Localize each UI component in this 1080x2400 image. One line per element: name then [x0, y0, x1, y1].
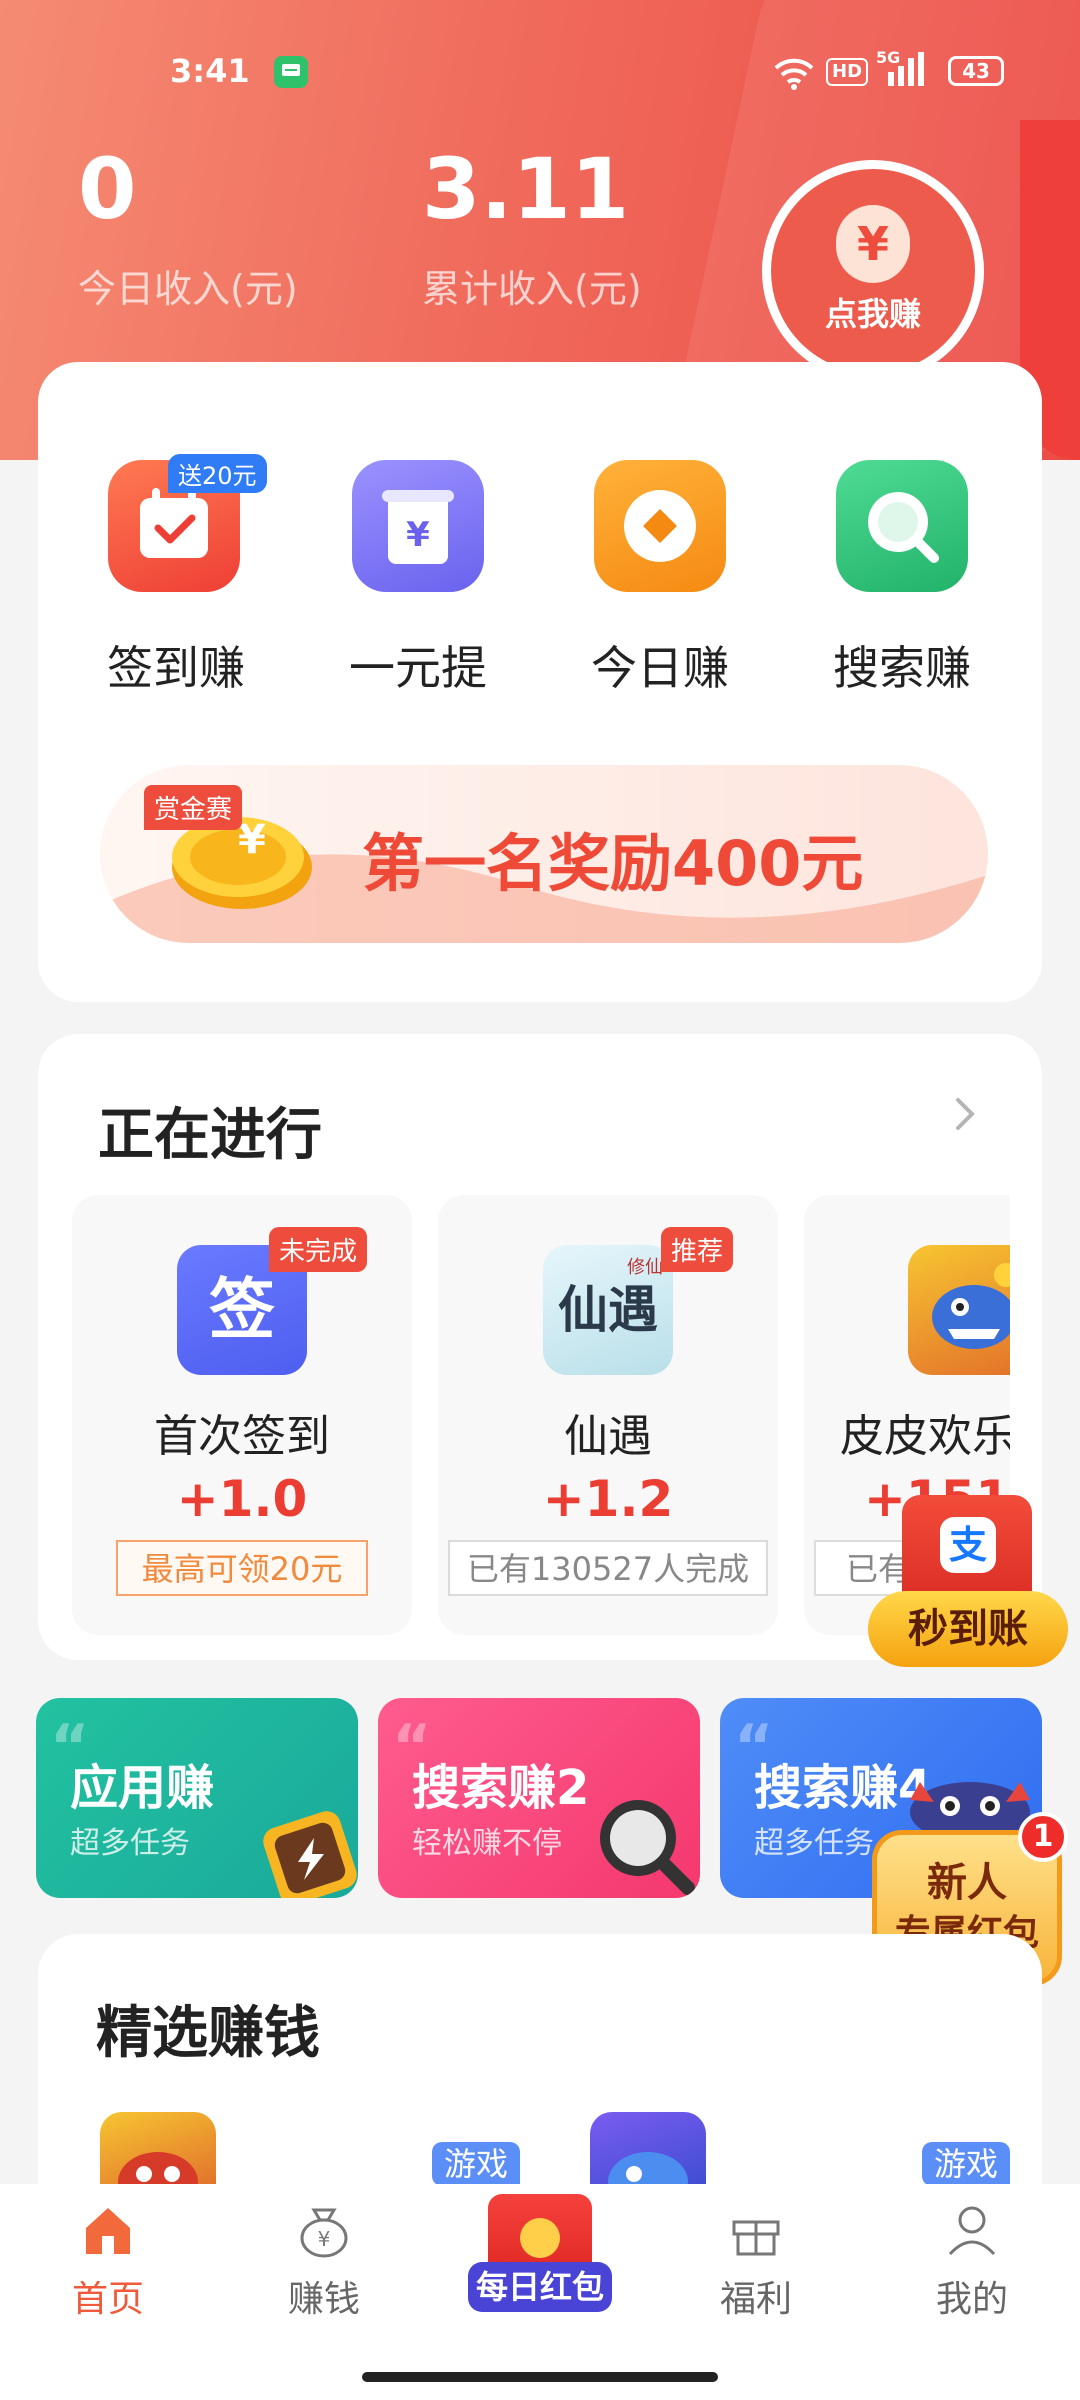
category-search-earn-2[interactable]: “ 搜索赚2 轻松赚不停 [378, 1698, 700, 1898]
category-app-earn[interactable]: “ 应用赚 超多任务 [36, 1698, 358, 1898]
task-reward: +1.2 [542, 1470, 674, 1528]
wechat-icon [520, 2218, 560, 2258]
task-note: 已有130527人完成 [448, 1540, 768, 1596]
featured-title: 精选赚钱 [96, 2001, 320, 2066]
nav-label: 每日红包 [468, 2262, 612, 2312]
svg-text:¥: ¥ [318, 2227, 331, 2251]
game-xianyu-logo-sub: 修仙 [627, 1257, 663, 1278]
user-icon [948, 2206, 996, 2256]
task-name: 仙遇 [564, 1411, 652, 1462]
task-name: 首次签到 [154, 1411, 330, 1462]
money-bag-icon: ¥ [300, 2208, 348, 2258]
nav-earn[interactable]: ¥ 赚钱 [244, 2200, 404, 2322]
task-reward: +1.0 [176, 1470, 308, 1528]
home-icon [86, 2208, 130, 2254]
nav-home[interactable]: 首页 [28, 2200, 188, 2322]
gift-icon [732, 2220, 780, 2256]
magnifier-icon [588, 1788, 698, 1898]
task-card[interactable]: 仙遇 修仙 推荐 仙遇 +1.2 已有130527人完成 [438, 1195, 778, 1635]
alipay-icon: 支 [940, 1517, 996, 1573]
task-card[interactable]: 签 未完成 首次签到 +1.0 最高可领20元 [72, 1195, 412, 1635]
alipay-instant-label: 秒到账 [868, 1591, 1068, 1667]
featured-game-tag: 游戏 [922, 2142, 1011, 2186]
nav-welfare[interactable]: 福利 [676, 2200, 836, 2322]
task-status-tag: 未完成 [268, 1227, 367, 1272]
category-subtitle: 轻松赚不停 [412, 1826, 562, 1861]
home-indicator[interactable] [362, 2372, 718, 2382]
nav-label: 福利 [719, 2279, 792, 2320]
task-note: 最高可领20元 [116, 1540, 368, 1596]
category-subtitle: 超多任务 [754, 1826, 874, 1861]
notification-badge: 1 [1018, 1812, 1068, 1862]
nav-label: 首页 [71, 2279, 144, 2320]
task-name: 皮皮欢乐 [840, 1411, 1010, 1462]
category-title: 搜索赚2 [412, 1760, 590, 1816]
lightning-box-icon [256, 1798, 358, 1898]
game-xianyu-icon: 仙遇 修仙 [543, 1245, 673, 1375]
nav-label: 赚钱 [287, 2279, 360, 2320]
category-subtitle: 超多任务 [70, 1826, 190, 1861]
game-fish-icon [908, 1245, 1010, 1375]
task-status-tag: 推荐 [660, 1227, 733, 1272]
alipay-instant-widget[interactable]: 支 秒到账 [868, 1495, 1068, 1675]
nav-profile[interactable]: 我的 [892, 2200, 1052, 2322]
nav-label: 我的 [935, 2279, 1008, 2320]
category-title: 应用赚 [70, 1760, 215, 1816]
nav-daily-red-packet[interactable]: 每日红包 [462, 2176, 618, 2332]
